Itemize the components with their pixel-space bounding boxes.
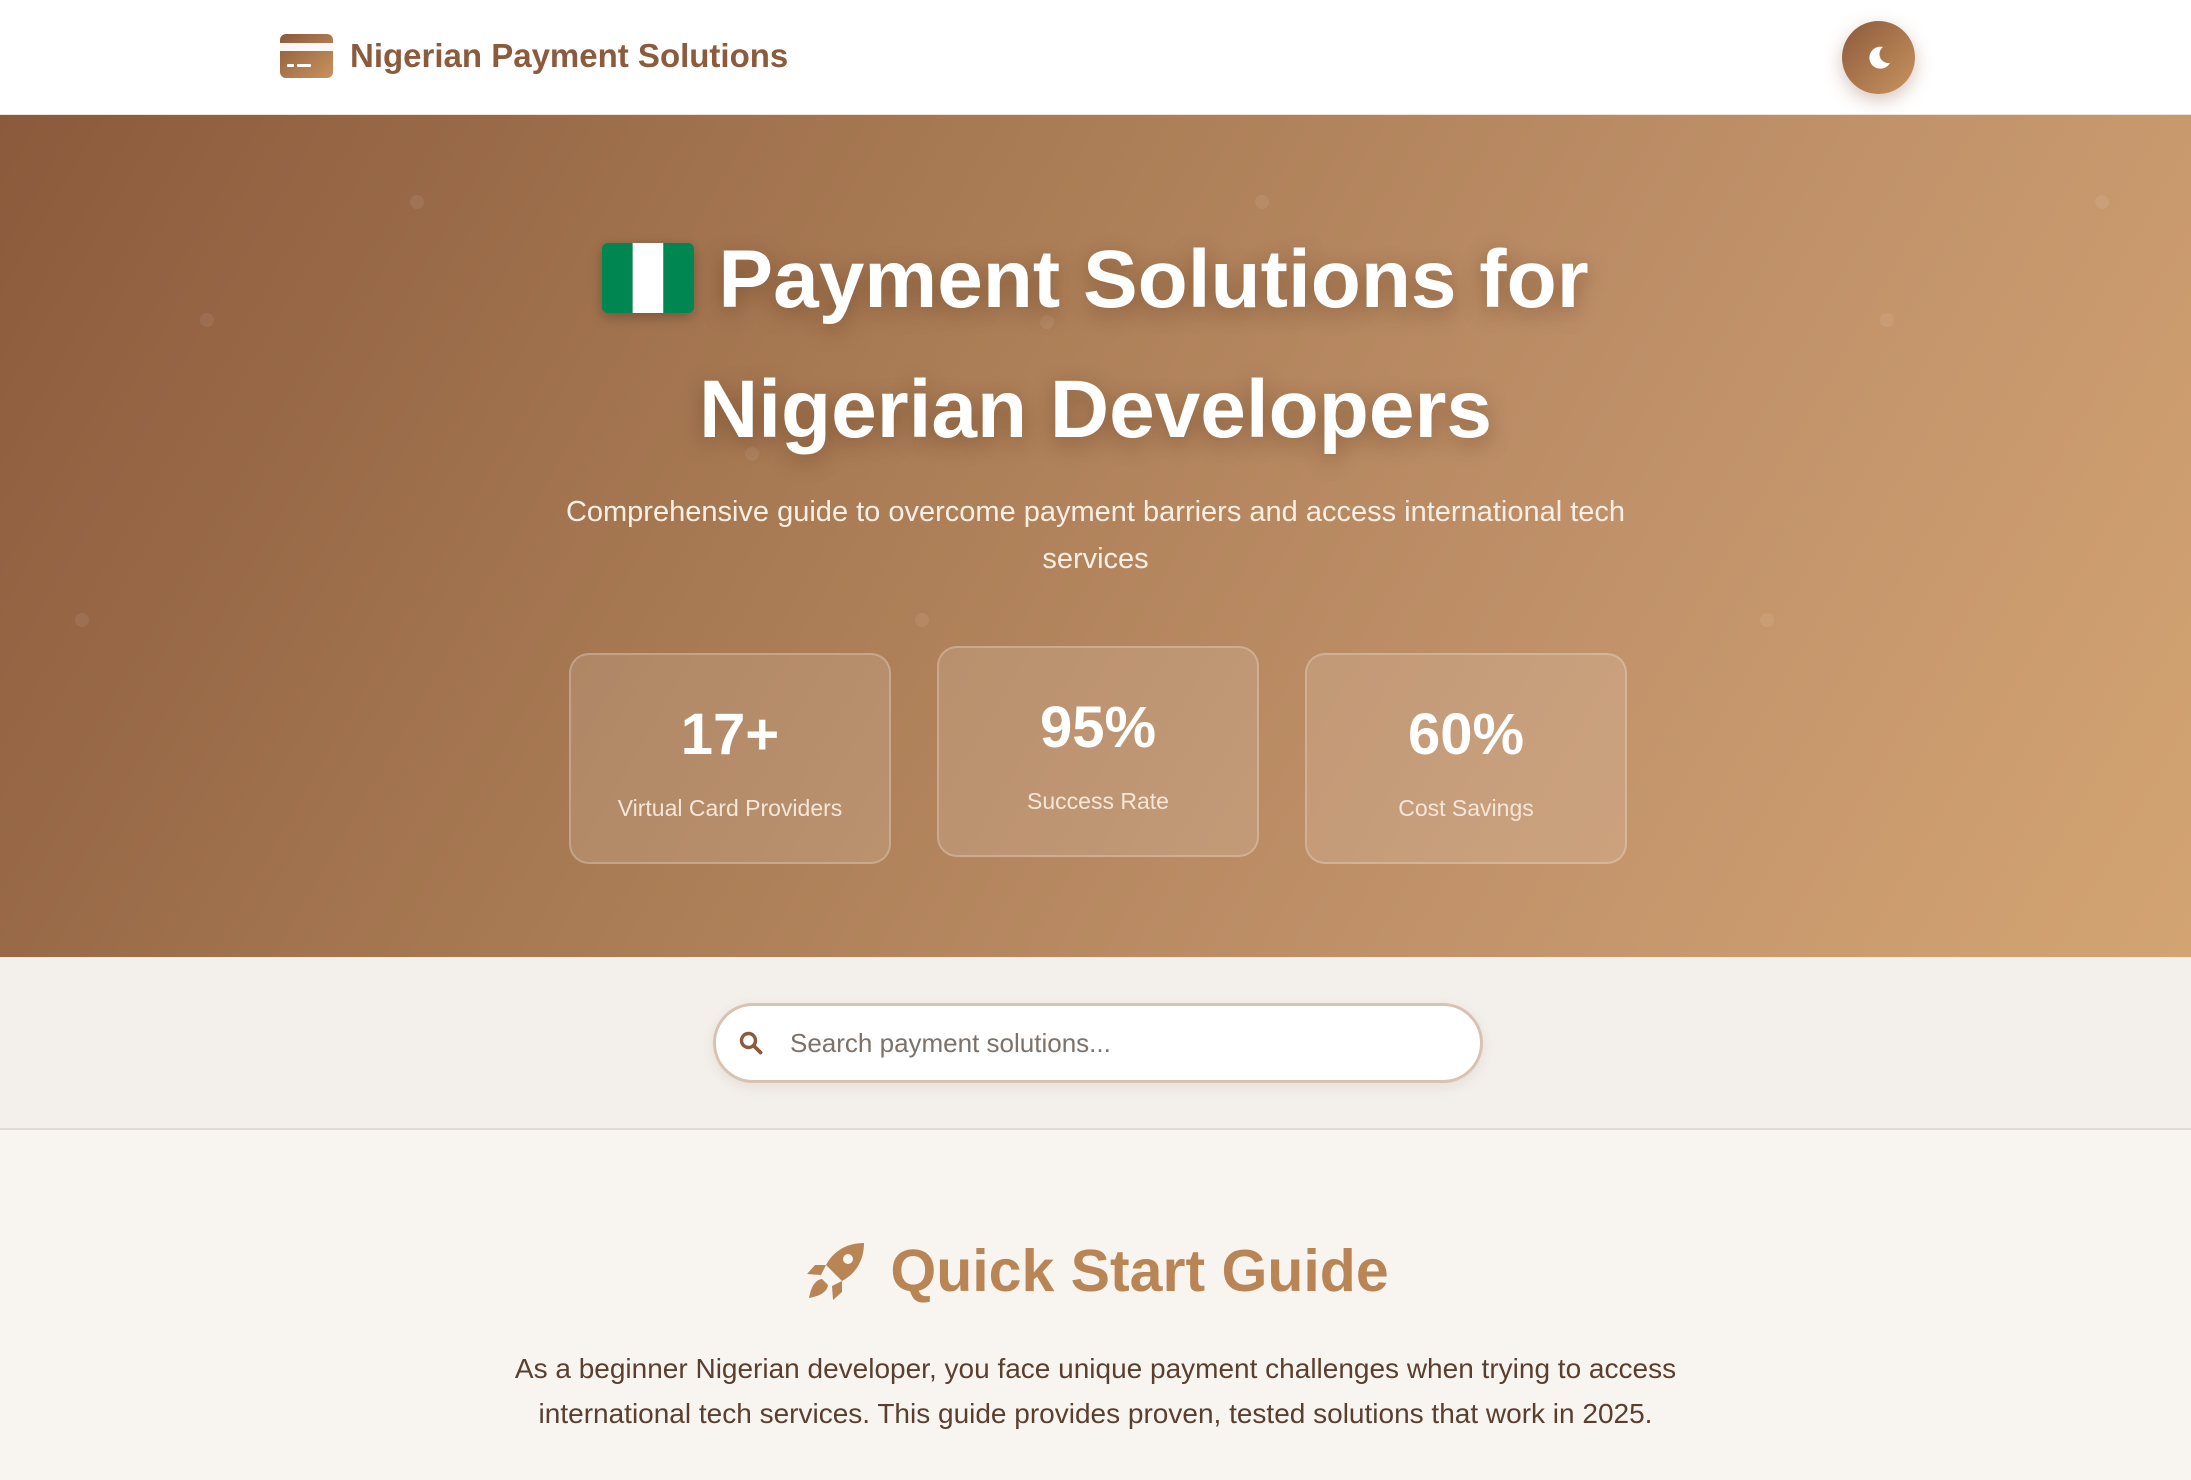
rocket-icon — [802, 1237, 870, 1305]
moon-icon — [1865, 44, 1893, 72]
stat-label: Cost Savings — [1398, 795, 1534, 821]
brand[interactable]: Nigerian Payment Solutions — [280, 34, 788, 78]
hero-subtitle: Comprehensive guide to overcome payment … — [565, 496, 1626, 575]
quick-start-heading: Quick Start Guide — [890, 1238, 1389, 1304]
stat-value: 17+ — [680, 702, 780, 767]
stat-card-success-rate: 95% Success Rate — [937, 646, 1259, 857]
decorative-dot — [915, 613, 929, 627]
stat-label: Success Rate — [1027, 788, 1169, 814]
theme-toggle-button[interactable] — [1842, 21, 1915, 94]
hero-title-line-2: Nigerian Developers — [699, 364, 1492, 455]
decorative-dot — [1255, 195, 1269, 209]
hero-title-text-1: Payment Solutions for — [718, 234, 1589, 325]
search-icon — [716, 1030, 764, 1056]
credit-card-icon — [280, 34, 333, 78]
hero-section: Payment Solutions for Nigerian Developer… — [0, 115, 2191, 957]
quick-start-description: As a beginner Nigerian developer, you fa… — [514, 1353, 1677, 1429]
hero-title: Payment Solutions for Nigerian Developer… — [0, 215, 2191, 475]
hero-title-line-1: Payment Solutions for — [0, 215, 2191, 345]
quick-start-section: Quick Start Guide As a beginner Nigerian… — [0, 1130, 2191, 1480]
stat-value: 95% — [1039, 695, 1157, 760]
quick-start-title: Quick Start Guide — [0, 1237, 2191, 1305]
search-section — [0, 957, 2191, 1130]
decorative-dot — [410, 195, 424, 209]
stat-value: 60% — [1407, 702, 1525, 767]
stat-card-cost-savings: 60% Cost Savings — [1305, 653, 1627, 864]
stat-label: Virtual Card Providers — [617, 795, 843, 821]
top-navbar: Nigerian Payment Solutions — [0, 0, 2191, 115]
search-box[interactable] — [713, 1003, 1483, 1083]
search-input[interactable] — [790, 1027, 1450, 1059]
brand-title: Nigerian Payment Solutions — [350, 37, 789, 74]
decorative-dot — [2095, 195, 2109, 209]
decorative-dot — [75, 613, 89, 627]
nigeria-flag-icon — [602, 243, 695, 314]
stat-card-providers: 17+ Virtual Card Providers — [569, 653, 891, 864]
decorative-dot — [1760, 613, 1774, 627]
